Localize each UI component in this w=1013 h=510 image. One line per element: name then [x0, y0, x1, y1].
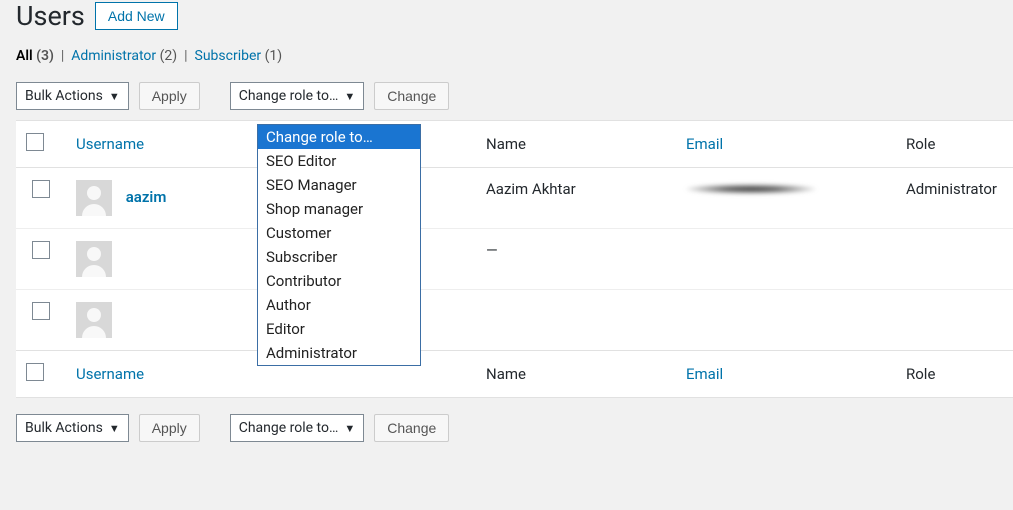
role-option[interactable]: Change role to… — [258, 125, 420, 149]
page-title: Users — [16, 0, 85, 32]
avatar — [76, 241, 112, 277]
user-name — [476, 290, 676, 351]
change-role-select[interactable]: Change role to… ▼ — [230, 82, 365, 110]
username-link[interactable]: aazim — [126, 188, 167, 206]
chevron-down-icon: ▼ — [109, 90, 120, 103]
bulk-actions-select[interactable]: Bulk Actions ▼ — [16, 82, 129, 110]
avatar — [76, 302, 112, 338]
role-option[interactable]: Author — [258, 293, 420, 317]
column-name-footer: Name — [476, 351, 676, 398]
role-option[interactable]: Editor — [258, 317, 420, 341]
column-email[interactable]: Email — [676, 121, 896, 168]
change-role-select-bottom[interactable]: Change role to… ▼ — [230, 414, 365, 442]
filter-subscriber[interactable]: Subscriber (1) — [195, 48, 283, 64]
user-role — [896, 290, 1013, 351]
chevron-down-icon: ▼ — [344, 422, 355, 435]
filter-all[interactable]: All (3) — [16, 48, 57, 64]
bulk-actions-select-bottom[interactable]: Bulk Actions ▼ — [16, 414, 129, 442]
apply-bulk-button[interactable]: Apply — [139, 82, 200, 110]
chevron-down-icon: ▼ — [344, 90, 355, 103]
user-role — [896, 229, 1013, 290]
row-checkbox[interactable] — [32, 180, 50, 198]
table-row: aazim Aazim Akhtar Administrator — [16, 168, 1013, 229]
select-all-checkbox[interactable] — [26, 133, 44, 151]
role-option[interactable]: SEO Editor — [258, 149, 420, 173]
role-option[interactable]: Customer — [258, 221, 420, 245]
role-option[interactable]: Subscriber — [258, 245, 420, 269]
users-table: Username Name Email Role aazim Aazim Akh… — [16, 120, 1013, 398]
change-role-button[interactable]: Change — [374, 82, 449, 110]
column-name: Name — [476, 121, 676, 168]
role-option[interactable]: Administrator — [258, 341, 420, 365]
filter-administrator[interactable]: Administrator (2) — [71, 48, 180, 64]
user-email — [676, 290, 896, 351]
row-checkbox[interactable] — [32, 241, 50, 259]
user-name: — — [476, 229, 676, 290]
change-role-button-bottom[interactable]: Change — [374, 414, 449, 442]
select-all-checkbox-footer[interactable] — [26, 363, 44, 381]
filter-links: All (3) | Administrator (2) | Subscriber… — [0, 44, 997, 76]
user-role: Administrator — [896, 168, 1013, 229]
chevron-down-icon: ▼ — [109, 422, 120, 435]
role-option[interactable]: SEO Manager — [258, 173, 420, 197]
table-row: — — [16, 229, 1013, 290]
column-role-footer: Role — [896, 351, 1013, 398]
user-email — [676, 229, 896, 290]
add-new-button[interactable]: Add New — [95, 2, 178, 30]
role-option[interactable]: Shop manager — [258, 197, 420, 221]
role-option[interactable]: Contributor — [258, 269, 420, 293]
user-email — [676, 168, 896, 229]
column-email-footer[interactable]: Email — [676, 351, 896, 398]
avatar — [76, 180, 112, 216]
user-name: Aazim Akhtar — [476, 168, 676, 229]
apply-bulk-button-bottom[interactable]: Apply — [139, 414, 200, 442]
column-role: Role — [896, 121, 1013, 168]
email-redacted — [686, 184, 816, 194]
change-role-dropdown: Change role to… SEO Editor SEO Manager S… — [257, 124, 421, 366]
table-row — [16, 290, 1013, 351]
row-checkbox[interactable] — [32, 302, 50, 320]
